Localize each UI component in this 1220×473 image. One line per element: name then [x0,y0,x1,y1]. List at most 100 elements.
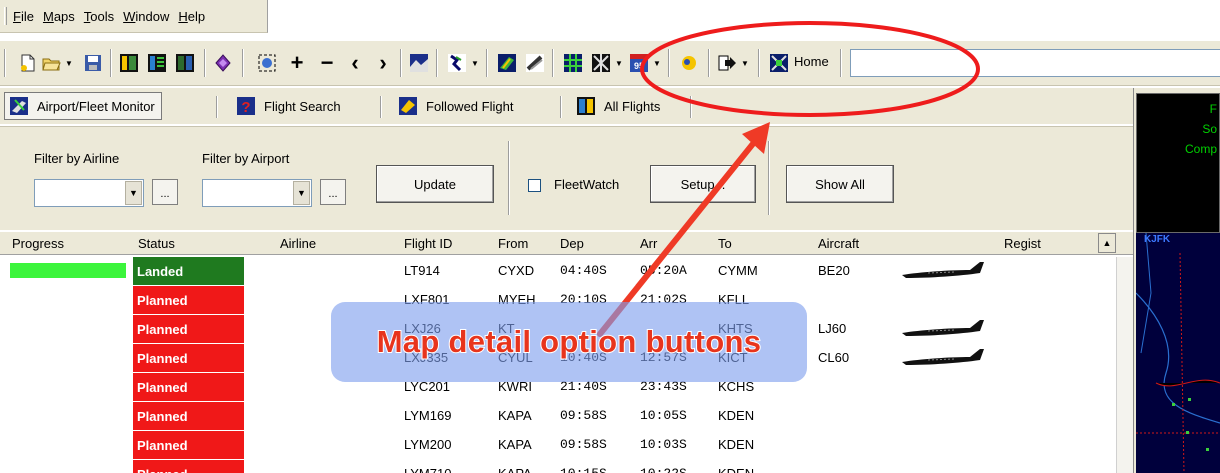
aircraft-thumbnail-icon [902,349,984,365]
weather-dropdown-icon[interactable]: ▼ [470,52,480,74]
grid-layer-icon[interactable] [562,52,584,74]
column-header-dep[interactable]: Dep [560,236,584,251]
menu-item[interactable]: Help [178,9,205,24]
menu-item[interactable]: Window [123,9,169,24]
weather-layer-icon[interactable] [446,52,468,74]
airport-code-input[interactable] [850,49,1220,77]
menu-item-label: aps [53,8,75,24]
fleetwatch-checkbox[interactable] [528,179,541,192]
tab-airport-fleet-monitor[interactable]: Airport/Fleet Monitor [4,92,162,120]
toolbar-separator [436,49,438,77]
tab-separator [380,96,382,118]
table-row[interactable]: Planned LYM200 KAPA 09:58S 10:03S KDEN [0,431,1133,460]
setup-button[interactable]: Setup... [650,165,756,203]
map-layout-icon[interactable] [174,52,196,74]
zoom-out-icon[interactable]: − [316,52,338,74]
menu-item[interactable]: Tools [84,9,114,24]
open-folder-icon[interactable] [40,52,62,74]
status-badge: Planned [133,286,244,314]
from-cell: KAPA [498,466,532,473]
flight-info-line: So [1202,122,1217,136]
airport-select[interactable]: ▼ [202,179,312,207]
filter-separator [508,141,510,215]
column-header-arr[interactable]: Arr [640,236,657,251]
flight-id-cell: LT914 [404,263,440,278]
home-label[interactable]: Home [794,54,829,69]
column-header-regist[interactable]: Regist [1004,236,1041,251]
toolbar-separator [758,49,760,77]
terrain-map-icon[interactable] [408,52,430,74]
menu-items: File Maps Tools Window Help [13,9,214,24]
airways-layer-icon[interactable] [590,52,612,74]
tab-followed-flight[interactable]: Followed Flight [398,92,513,120]
airline-select[interactable]: ▼ [34,179,144,207]
show-all-button[interactable]: Show All [786,165,894,203]
highways-dropdown-icon[interactable]: ▼ [652,52,662,74]
flight-id-cell: LYM710 [404,466,451,473]
pan-right-icon[interactable]: › [372,52,394,74]
arr-cell: 05:20A [640,263,687,278]
highways-layer-icon[interactable]: 95 [628,52,650,74]
export-dropdown-icon[interactable]: ▼ [740,52,750,74]
column-header-flight-id[interactable]: Flight ID [404,236,452,251]
column-header-from[interactable]: From [498,236,528,251]
update-button[interactable]: Update [376,165,494,203]
column-header-status[interactable]: Status [138,236,175,251]
map-airport-label: KJFK [1144,234,1171,245]
column-header-progress[interactable]: Progress [12,236,64,251]
tab-all-flights[interactable]: All Flights [576,92,660,120]
toolbar-separator [668,49,670,77]
logbook-icon[interactable] [212,52,234,74]
table-row[interactable]: Planned LYM710 KAPA 10:15S 10:22S KDEN [0,460,1133,473]
cities-layer-icon[interactable] [678,52,700,74]
new-document-icon[interactable] [17,52,39,74]
flight-path-layer-icon[interactable] [524,52,546,74]
satellite-layer-icon[interactable] [496,52,518,74]
scroll-up-icon[interactable]: ▲ [1098,233,1116,253]
column-header-airline[interactable]: Airline [280,236,316,251]
toolbar-separator [400,49,402,77]
flight-info-line: Comp [1184,142,1217,156]
map-view[interactable]: KJFK [1136,233,1220,473]
export-icon[interactable] [716,52,738,74]
table-scrollbar[interactable] [1116,257,1133,473]
column-header-aircraft[interactable]: Aircraft [818,236,859,251]
pan-left-icon[interactable]: ‹ [344,52,366,74]
menu-item-accelerator: W [123,8,136,24]
airways-dropdown-icon[interactable]: ▼ [614,52,624,74]
chevron-down-icon[interactable]: ▼ [125,181,142,205]
tab-separator [560,96,562,118]
tab-separator [216,96,218,118]
from-cell: CYXD [498,263,535,278]
zoom-fit-icon[interactable] [256,52,278,74]
menu-item[interactable]: File [13,9,34,24]
airline-browse-button[interactable]: ... [152,179,178,205]
open-dropdown-icon[interactable]: ▼ [64,52,74,74]
to-cell: CYMM [718,263,758,278]
tab-flight-search[interactable]: ? Flight Search [236,92,341,120]
airport-browse-button[interactable]: ... [320,179,346,205]
table-row[interactable]: Landed LT914 CYXD 04:40S 05:20A CYMM BE20 [0,257,1133,286]
menu-item[interactable]: Maps [43,9,75,24]
menu-item-label: ools [90,8,115,24]
home-icon[interactable] [768,52,790,74]
chevron-down-icon[interactable]: ▼ [293,181,310,205]
menu-bar: File Maps Tools Window Help [0,0,268,33]
toolbar-separator [552,49,554,77]
tab-label: Flight Search [264,98,341,114]
from-cell: KAPA [498,408,532,423]
flight-table-header: Progress Status Airline Flight ID From D… [0,231,1133,255]
from-cell: KAPA [498,437,532,452]
save-icon[interactable] [82,52,104,74]
tab-label: All Flights [604,98,661,114]
menu-item-label: indow [135,8,170,24]
panel-layout-icon[interactable] [118,52,140,74]
svg-text:?: ? [241,99,250,116]
list-layout-icon[interactable] [146,52,168,74]
to-cell: KDEN [718,466,754,473]
flight-info-line: F [1209,102,1217,116]
followed-flight-icon [399,97,417,115]
zoom-in-icon[interactable]: + [286,52,308,74]
table-row[interactable]: Planned LYM169 KAPA 09:58S 10:05S KDEN [0,402,1133,431]
column-header-to[interactable]: To [718,236,732,251]
